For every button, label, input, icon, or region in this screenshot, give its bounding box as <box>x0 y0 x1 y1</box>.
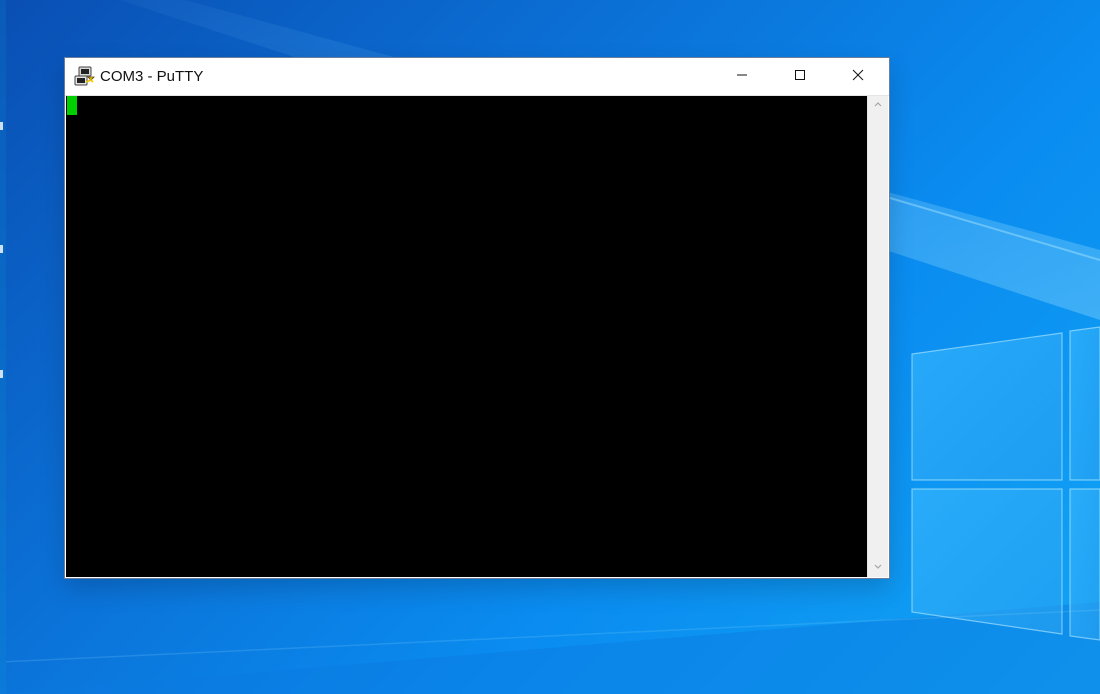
putty-icon[interactable] <box>74 66 96 88</box>
close-button[interactable] <box>835 58 881 96</box>
scroll-up-button[interactable] <box>868 96 888 116</box>
minimize-button[interactable] <box>719 58 765 96</box>
window-title: COM3 - PuTTY <box>100 68 204 85</box>
desktop-left-strip <box>0 0 6 694</box>
maximize-icon <box>794 68 806 86</box>
close-icon <box>852 68 864 86</box>
desktop: COM3 - PuTTY <box>0 0 1100 694</box>
chevron-up-icon <box>873 97 883 115</box>
putty-window[interactable]: COM3 - PuTTY <box>65 58 889 578</box>
desktop-marker <box>0 245 3 253</box>
desktop-marker <box>0 122 3 130</box>
terminal-area[interactable] <box>66 96 867 577</box>
desktop-marker <box>0 370 3 378</box>
scroll-down-button[interactable] <box>868 557 888 577</box>
vertical-scrollbar[interactable] <box>867 96 888 577</box>
minimize-icon <box>736 68 748 86</box>
maximize-button[interactable] <box>777 58 823 96</box>
chevron-down-icon <box>873 558 883 576</box>
title-bar[interactable]: COM3 - PuTTY <box>65 58 889 96</box>
terminal-cursor <box>67 96 77 115</box>
